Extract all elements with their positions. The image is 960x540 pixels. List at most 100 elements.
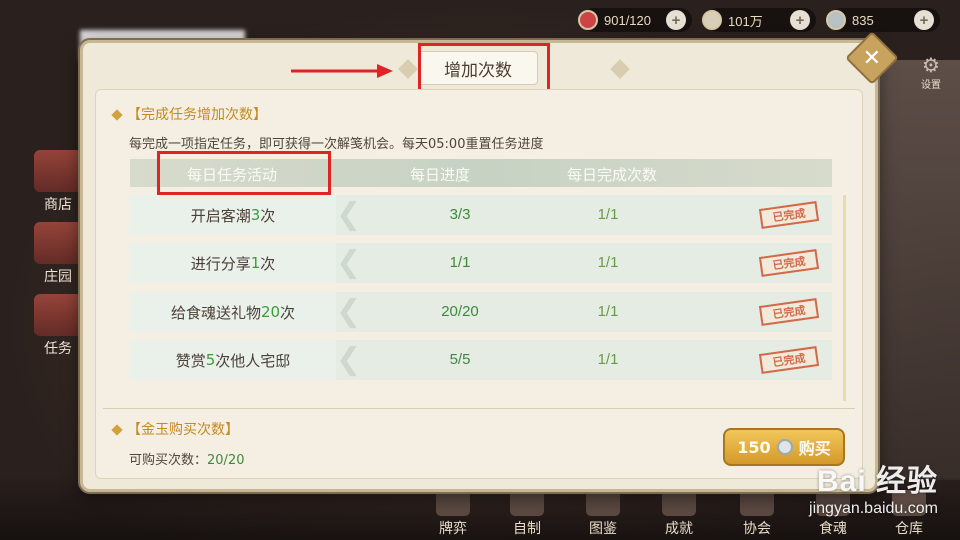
nav-shop[interactable]: 商店 bbox=[28, 150, 88, 214]
nav-codex[interactable]: 图鉴 bbox=[576, 490, 630, 538]
settings-button[interactable]: ⚙ 设置 bbox=[916, 54, 946, 91]
tasks-icon bbox=[34, 294, 82, 336]
task-name: 开启客潮 3 次 bbox=[130, 195, 336, 235]
nav-tasks-label: 任务 bbox=[44, 341, 72, 357]
task-name-post: 次他人宅邸 bbox=[215, 351, 291, 370]
red-arrow-icon bbox=[291, 64, 393, 78]
completed-stamp: 已完成 bbox=[758, 201, 820, 229]
increase-count-dialog: 增加次数 ✕ 【完成任务增加次数】 每完成一项指定任务，即可获得一次解笺机会。每… bbox=[80, 31, 899, 492]
task-progress: 20/20 bbox=[441, 303, 479, 320]
add-stamina-button[interactable]: + bbox=[666, 10, 686, 30]
nav-achievement-label: 成就 bbox=[665, 521, 693, 537]
watermark-url: jingyan.baidu.com bbox=[809, 500, 938, 517]
task-name-num: 3 bbox=[250, 206, 261, 224]
task-row: 进行分享 1 次 ❮ 1/1 1/1 已完成 bbox=[130, 243, 832, 283]
chevron-left-icon: ❮ bbox=[336, 197, 362, 232]
nav-guild[interactable]: 协会 bbox=[730, 490, 784, 538]
nav-tasks[interactable]: 任务 bbox=[28, 294, 88, 358]
buy-count-value: 20/20 bbox=[207, 453, 245, 468]
resource-feather-value: 101万 bbox=[728, 13, 763, 29]
resource-feather: 101万 + bbox=[702, 8, 816, 32]
buy-count-label: 可购买次数： bbox=[129, 453, 208, 468]
nav-warehouse-label: 仓库 bbox=[895, 521, 923, 537]
task-progress: 5/5 bbox=[449, 351, 471, 368]
diamond-icon bbox=[111, 109, 123, 121]
nav-shop-label: 商店 bbox=[44, 197, 72, 213]
task-name-post: 次 bbox=[260, 206, 276, 225]
add-feather-button[interactable]: + bbox=[790, 10, 810, 30]
completed-stamp: 已完成 bbox=[758, 249, 820, 277]
highlight-box-header bbox=[157, 151, 331, 195]
header-count: 每日完成次数 bbox=[567, 166, 658, 184]
nav-card[interactable]: 牌弈 bbox=[426, 490, 480, 538]
title-diamond-right bbox=[610, 59, 630, 79]
gear-icon: ⚙ bbox=[922, 53, 940, 77]
diamond-icon bbox=[111, 424, 123, 436]
chevron-left-icon: ❮ bbox=[336, 294, 362, 329]
task-name: 给食魂送礼物 20 次 bbox=[130, 292, 336, 332]
nav-guild-label: 协会 bbox=[743, 521, 771, 537]
nav-craft-label: 自制 bbox=[513, 521, 541, 537]
task-name-num: 20 bbox=[260, 303, 281, 321]
nav-craft[interactable]: 自制 bbox=[500, 490, 554, 538]
task-row: 开启客潮 3 次 ❮ 3/3 1/1 已完成 bbox=[130, 195, 832, 235]
task-name-pre: 给食魂送礼物 bbox=[170, 303, 261, 322]
nav-card-label: 牌弈 bbox=[439, 521, 467, 537]
task-progress: 3/3 bbox=[449, 206, 471, 223]
resource-bar: 901/120 + 101万 + 835 + bbox=[578, 8, 940, 32]
task-name: 进行分享 1 次 bbox=[130, 243, 336, 283]
completed-stamp: 已完成 bbox=[758, 298, 820, 326]
chevron-left-icon: ❮ bbox=[336, 342, 362, 377]
section-divider bbox=[103, 408, 855, 409]
nav-manor-label: 庄园 bbox=[44, 269, 72, 285]
baidu-watermark: Bai 经验 jingyan.baidu.com bbox=[809, 456, 938, 518]
task-name-pre: 开启客潮 bbox=[190, 206, 251, 225]
add-coin-button[interactable]: + bbox=[914, 10, 934, 30]
close-icon: ✕ bbox=[862, 45, 882, 71]
task-count: 1/1 bbox=[597, 303, 619, 320]
completed-stamp: 已完成 bbox=[758, 346, 820, 374]
buy-count: 可购买次数：20/20 bbox=[129, 449, 244, 468]
guild-icon bbox=[740, 490, 774, 516]
task-name-num: 5 bbox=[205, 351, 216, 369]
card-icon bbox=[436, 490, 470, 516]
codex-icon bbox=[586, 490, 620, 516]
task-list-scrollbar[interactable] bbox=[843, 195, 846, 401]
nav-food-soul-label: 食魂 bbox=[819, 521, 847, 537]
gold-jade-icon bbox=[776, 439, 793, 455]
nav-manor[interactable]: 庄园 bbox=[28, 222, 88, 286]
task-name-post: 次 bbox=[260, 254, 276, 273]
task-row: 给食魂送礼物 20 次 ❮ 20/20 1/1 已完成 bbox=[130, 292, 832, 332]
achievement-icon bbox=[662, 490, 696, 516]
task-name-pre: 赞赏 bbox=[175, 351, 206, 370]
resource-coin-value: 835 bbox=[852, 12, 874, 28]
settings-label: 设置 bbox=[921, 80, 941, 91]
task-count: 1/1 bbox=[597, 254, 619, 271]
header-progress: 每日进度 bbox=[410, 166, 471, 184]
task-progress: 1/1 bbox=[449, 254, 471, 271]
craft-icon bbox=[510, 490, 544, 516]
task-section-heading-text: 【完成任务增加次数】 bbox=[127, 107, 267, 123]
feather-icon bbox=[702, 10, 722, 30]
background-character-panel bbox=[870, 60, 960, 480]
task-count: 1/1 bbox=[597, 351, 619, 368]
title-diamond-left bbox=[398, 59, 418, 79]
task-name-num: 1 bbox=[250, 254, 261, 272]
nav-achievement[interactable]: 成就 bbox=[652, 490, 706, 538]
task-name: 赞赏 5 次他人宅邸 bbox=[130, 340, 336, 380]
task-count: 1/1 bbox=[597, 206, 619, 223]
manor-icon bbox=[34, 222, 82, 264]
watermark-brand: Bai 经验 bbox=[816, 465, 938, 498]
buy-section-heading-text: 【金玉购买次数】 bbox=[127, 422, 239, 438]
chevron-left-icon: ❮ bbox=[336, 245, 362, 280]
buy-section-heading: 【金玉购买次数】 bbox=[111, 419, 239, 439]
resource-stamina-value: 901/120 bbox=[604, 12, 651, 28]
heart-icon bbox=[578, 10, 598, 30]
buy-price: 150 bbox=[737, 437, 771, 457]
resource-stamina: 901/120 + bbox=[578, 8, 692, 32]
nav-codex-label: 图鉴 bbox=[589, 521, 617, 537]
task-name-pre: 进行分享 bbox=[190, 254, 251, 273]
task-row: 赞赏 5 次他人宅邸 ❮ 5/5 1/1 已完成 bbox=[130, 340, 832, 380]
task-name-post: 次 bbox=[280, 303, 296, 322]
task-section-heading: 【完成任务增加次数】 bbox=[111, 104, 267, 124]
